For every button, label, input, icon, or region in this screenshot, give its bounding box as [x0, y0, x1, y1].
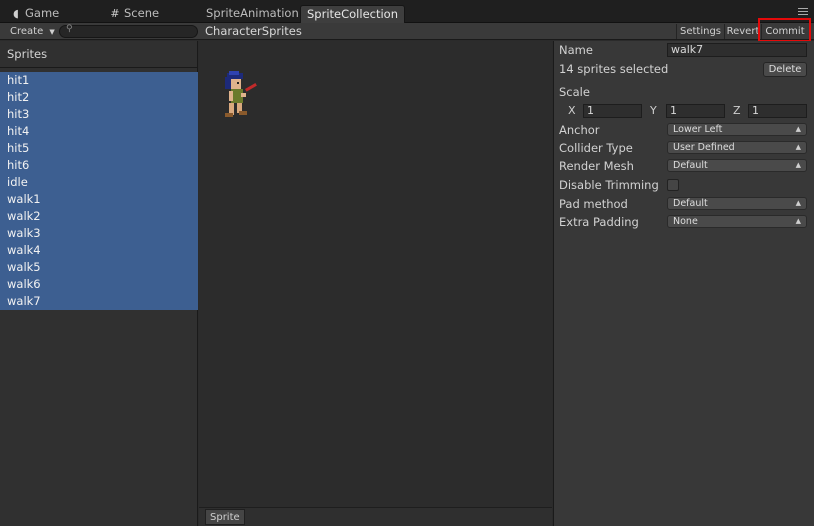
scale-z-field[interactable]: 1 — [748, 104, 807, 118]
sprite-list-item[interactable]: walk6 — [0, 276, 198, 293]
dropdown-arrow-icon: ▼ — [49, 28, 55, 36]
search-input[interactable]: ⚲ — [59, 24, 198, 38]
sprites-panel: Sprites hit1 hit2 hit3 hit4 hit5 hit6 id… — [0, 41, 198, 526]
pad-method-dropdown[interactable]: Default ▲ — [667, 197, 807, 210]
tab-scene-label: Scene — [124, 6, 160, 20]
sprite-list-item[interactable]: hit2 — [0, 89, 198, 106]
pad-method-label: Pad method — [559, 197, 628, 211]
sprite-list-item[interactable]: hit3 — [0, 106, 198, 123]
sprite-list-item[interactable]: walk4 — [0, 242, 198, 259]
extra-padding-value: None — [673, 216, 698, 227]
sprite-list-item[interactable]: hit4 — [0, 123, 198, 140]
collection-toolbar: Create ▼ ⚲ CharacterSprites Settings Rev… — [0, 23, 814, 40]
dropdown-arrows-icon: ▲ — [795, 217, 801, 225]
sprite-list-item[interactable]: idle — [0, 174, 198, 191]
revert-button[interactable]: Revert — [724, 24, 761, 39]
sprite-list-item[interactable]: hit6 — [0, 157, 198, 174]
create-label: Create — [10, 26, 44, 37]
tab-game-label: Game — [25, 6, 60, 20]
render-mesh-value: Default — [673, 160, 708, 171]
settings-button[interactable]: Settings — [676, 24, 724, 39]
sprite-tab-label[interactable]: Sprite — [205, 509, 245, 525]
scale-x-field[interactable]: 1 — [583, 104, 642, 118]
sprite-list: hit1 hit2 hit3 hit4 hit5 hit6 idle walk1… — [0, 72, 198, 310]
anchor-label: Anchor — [559, 123, 600, 137]
tab-sprite-collection[interactable]: SpriteCollection — [300, 5, 405, 23]
sprite-list-item[interactable]: walk2 — [0, 208, 198, 225]
tab-sprite-collection-label: SpriteCollection — [307, 7, 398, 21]
sprite-list-item[interactable]: walk5 — [0, 259, 198, 276]
game-icon: ◖ — [13, 7, 19, 20]
dropdown-arrows-icon: ▲ — [795, 161, 801, 169]
character-sprite-image — [225, 71, 257, 117]
disable-trimming-checkbox[interactable] — [667, 179, 679, 191]
pad-method-value: Default — [673, 198, 708, 209]
dropdown-arrows-icon: ▲ — [795, 143, 801, 151]
disable-trimming-label: Disable Trimming — [559, 178, 659, 192]
collider-type-label: Collider Type — [559, 141, 633, 155]
tab-sprite-animation-label: SpriteAnimation — [206, 6, 299, 20]
scale-x-label: X — [568, 104, 576, 117]
sprite-list-item[interactable]: walk3 — [0, 225, 198, 242]
window-tab-bar: ◖ Game # Scene SpriteAnimation SpriteColle… — [0, 0, 814, 23]
collider-type-value: User Defined — [673, 142, 735, 153]
selection-info: 14 sprites selected — [559, 62, 669, 76]
sprite-list-item[interactable]: hit1 — [0, 72, 198, 89]
scale-z-label: Z — [733, 104, 741, 117]
name-field[interactable]: walk7 — [667, 43, 807, 57]
collider-type-dropdown[interactable]: User Defined ▲ — [667, 141, 807, 154]
preview-footer: Sprite — [199, 507, 552, 526]
dropdown-arrows-icon: ▲ — [795, 199, 801, 207]
anchor-value: Lower Left — [673, 124, 723, 135]
scale-y-label: Y — [650, 104, 657, 117]
commit-highlight-box — [758, 18, 811, 42]
sprite-list-item[interactable]: hit5 — [0, 140, 198, 157]
tab-sprite-animation[interactable]: SpriteAnimation — [200, 4, 305, 23]
render-mesh-label: Render Mesh — [559, 159, 634, 173]
render-mesh-dropdown[interactable]: Default ▲ — [667, 159, 807, 172]
dropdown-arrows-icon: ▲ — [795, 125, 801, 133]
scene-grid-icon: # — [110, 7, 120, 20]
sprite-inspector: Name walk7 14 sprites selected Delete Sc… — [553, 41, 814, 526]
delete-button[interactable]: Delete — [763, 62, 807, 77]
extra-padding-dropdown[interactable]: None ▲ — [667, 215, 807, 228]
sprite-list-item[interactable]: walk1 — [0, 191, 198, 208]
anchor-dropdown[interactable]: Lower Left ▲ — [667, 123, 807, 136]
tab-menu-icon[interactable] — [798, 8, 808, 16]
name-label: Name — [559, 43, 593, 57]
search-icon: ⚲ — [66, 24, 73, 34]
sprite-preview-area[interactable] — [199, 41, 552, 509]
tab-game[interactable]: ◖ Game — [4, 4, 65, 23]
scale-label: Scale — [559, 85, 590, 99]
create-dropdown-button[interactable]: Create ▼ — [4, 24, 61, 39]
sprites-header: Sprites — [0, 41, 197, 68]
extra-padding-label: Extra Padding — [559, 215, 639, 229]
scale-y-field[interactable]: 1 — [666, 104, 725, 118]
sprite-list-item[interactable]: walk7 — [0, 293, 198, 310]
tab-scene[interactable]: # Scene — [103, 4, 165, 23]
collection-name: CharacterSprites — [205, 24, 302, 38]
